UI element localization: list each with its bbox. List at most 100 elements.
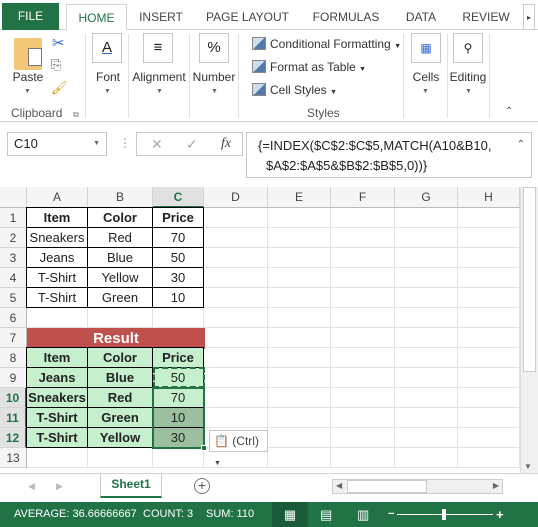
table-cell[interactable]: Green: [87, 287, 153, 308]
zoom-in-button[interactable]: +: [496, 502, 504, 527]
cell[interactable]: [395, 368, 458, 388]
tab-review[interactable]: REVIEW: [456, 4, 516, 30]
table-cell[interactable]: 30: [152, 267, 204, 288]
cancel-icon[interactable]: ✕: [151, 136, 163, 153]
cell[interactable]: [458, 248, 520, 268]
next-sheet-icon[interactable]: ▶: [56, 481, 63, 492]
table-cell[interactable]: Yellow: [87, 267, 153, 288]
enter-check-icon[interactable]: ✓: [186, 136, 198, 153]
tab-insert[interactable]: INSERT: [132, 4, 190, 30]
cell[interactable]: [204, 348, 268, 368]
tab-formulas[interactable]: FORMULAS: [305, 4, 387, 30]
page-break-view-icon[interactable]: ▥: [357, 502, 369, 527]
cell[interactable]: [268, 288, 331, 308]
cells-icon[interactable]: ▦: [411, 33, 441, 63]
format-as-table-button[interactable]: Format as Table ▼: [252, 58, 366, 76]
cell[interactable]: [204, 248, 268, 268]
table-cell[interactable]: T-Shirt: [26, 407, 88, 428]
cell[interactable]: [27, 308, 88, 328]
row-header-6[interactable]: 6: [0, 308, 27, 328]
row-header-9[interactable]: 9: [0, 368, 27, 388]
cell[interactable]: [153, 308, 204, 328]
alignment-icon[interactable]: ≡: [143, 33, 173, 63]
row-header-1[interactable]: 1: [0, 208, 27, 228]
row-header-7[interactable]: 7: [0, 328, 27, 348]
cell[interactable]: [268, 268, 331, 288]
table-cell[interactable]: Sneakers: [26, 387, 88, 408]
cell[interactable]: [88, 448, 153, 468]
cell[interactable]: [458, 348, 520, 368]
table-cell[interactable]: 30: [152, 427, 204, 448]
format-painter-icon[interactable]: 🖌: [51, 80, 68, 96]
table-cell[interactable]: Color: [87, 347, 153, 368]
cell[interactable]: [458, 408, 520, 428]
cell[interactable]: [268, 368, 331, 388]
row-header-2[interactable]: 2: [0, 228, 27, 248]
cell[interactable]: [331, 288, 395, 308]
table-cell[interactable]: 50: [152, 367, 204, 388]
cell[interactable]: [331, 388, 395, 408]
hscroll-thumb[interactable]: [347, 480, 427, 493]
scroll-thumb[interactable]: [523, 187, 536, 372]
cell[interactable]: [395, 308, 458, 328]
percent-icon[interactable]: %: [199, 33, 229, 63]
cell[interactable]: [395, 428, 458, 448]
number-button[interactable]: Number: [192, 70, 236, 84]
font-button[interactable]: Font: [88, 70, 128, 84]
row-header-8[interactable]: 8: [0, 348, 27, 368]
cell[interactable]: [268, 208, 331, 228]
cell[interactable]: [268, 228, 331, 248]
table-cell[interactable]: Red: [87, 227, 153, 248]
table-cell[interactable]: Item: [26, 207, 88, 228]
cell[interactable]: [331, 248, 395, 268]
cell[interactable]: [331, 428, 395, 448]
zoom-out-button[interactable]: −: [388, 502, 394, 527]
table-cell[interactable]: 50: [152, 247, 204, 268]
column-header-c[interactable]: C: [153, 187, 204, 208]
cell[interactable]: [204, 268, 268, 288]
tab-data[interactable]: DATA: [396, 4, 446, 30]
table-cell[interactable]: Jeans: [26, 367, 88, 388]
column-header-a[interactable]: A: [27, 187, 88, 208]
cell[interactable]: [458, 228, 520, 248]
cell[interactable]: [268, 388, 331, 408]
table-cell[interactable]: T-Shirt: [26, 427, 88, 448]
cell[interactable]: [458, 308, 520, 328]
cell[interactable]: [395, 248, 458, 268]
cell[interactable]: [331, 408, 395, 428]
cell[interactable]: [458, 268, 520, 288]
cell[interactable]: [27, 448, 88, 468]
row-header-13[interactable]: 13: [0, 448, 27, 468]
copy-icon[interactable]: ⎘: [51, 57, 61, 73]
table-cell[interactable]: Sneakers: [26, 227, 88, 248]
formula-input[interactable]: {=INDEX($C$2:$C$5,MATCH(A10&B10, $A$2:$A…: [246, 132, 532, 178]
tabs-scroll-right-icon[interactable]: ▸: [523, 4, 535, 30]
tab-file[interactable]: FILE: [2, 3, 59, 30]
cell[interactable]: [204, 388, 268, 408]
cell[interactable]: [458, 368, 520, 388]
table-cell[interactable]: Yellow: [87, 427, 153, 448]
cell[interactable]: [458, 388, 520, 408]
font-icon[interactable]: A: [92, 33, 122, 63]
row-header-5[interactable]: 5: [0, 288, 27, 308]
paste-button[interactable]: Paste: [8, 70, 48, 84]
sheet-tab-sheet1[interactable]: Sheet1: [100, 473, 162, 498]
table-cell[interactable]: 10: [152, 287, 204, 308]
cell[interactable]: [458, 448, 520, 468]
cell[interactable]: [204, 368, 268, 388]
cell[interactable]: [458, 328, 520, 348]
row-header-10[interactable]: 10: [0, 388, 27, 408]
cell[interactable]: [331, 308, 395, 328]
cut-icon[interactable]: ✂: [52, 34, 65, 52]
cell[interactable]: [153, 448, 204, 468]
zoom-slider-handle[interactable]: [442, 509, 446, 520]
prev-sheet-icon[interactable]: ◀: [28, 481, 35, 492]
cell[interactable]: [331, 328, 395, 348]
cell[interactable]: [268, 448, 331, 468]
cell[interactable]: [268, 328, 331, 348]
cell[interactable]: [395, 408, 458, 428]
formula-bar-grip-icon[interactable]: ⋮: [119, 136, 131, 150]
cell[interactable]: [395, 348, 458, 368]
cell-styles-button[interactable]: Cell Styles ▼: [252, 81, 337, 99]
row-header-3[interactable]: 3: [0, 248, 27, 268]
